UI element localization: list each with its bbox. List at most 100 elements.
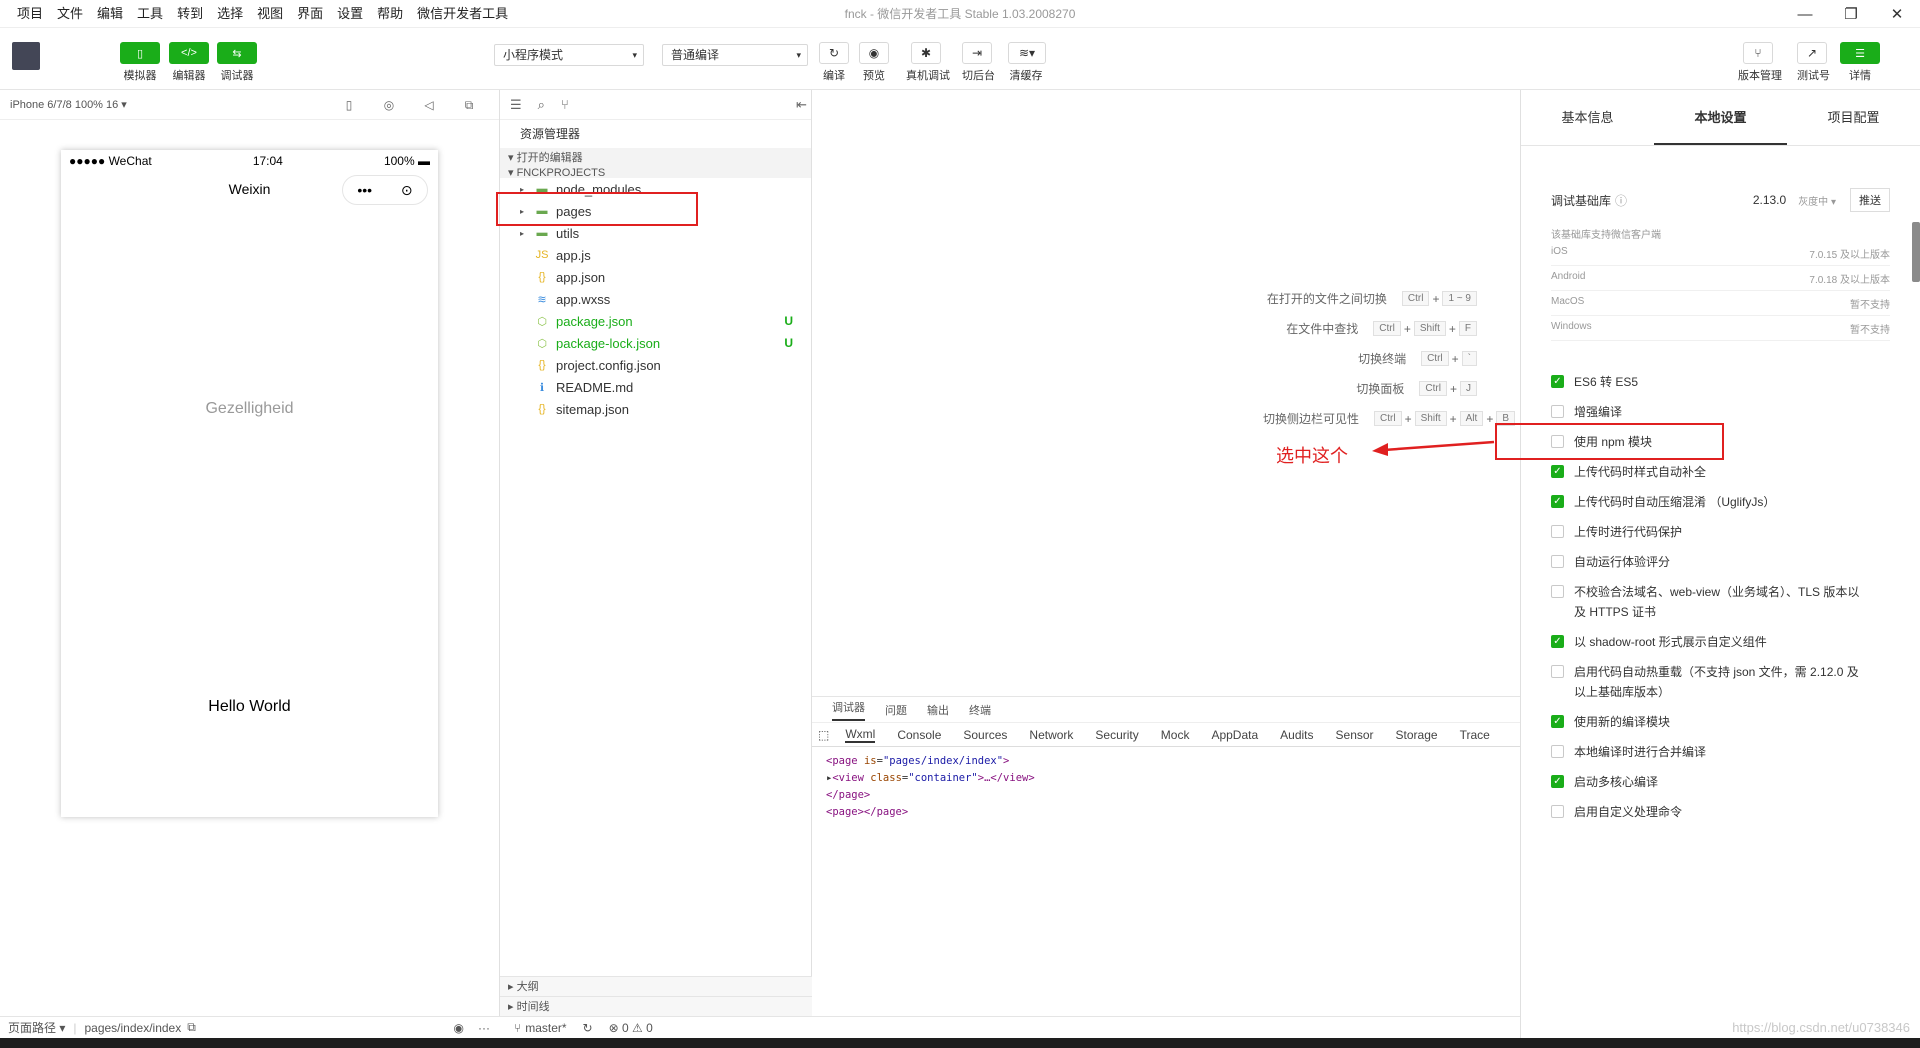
debugger-button[interactable]: ⇆ 调试器 bbox=[217, 42, 257, 83]
page-path-select[interactable]: 页面路径 ▾ bbox=[8, 1019, 65, 1036]
project-section[interactable]: ▾ FNCKPROJECTS bbox=[500, 168, 811, 178]
checkbox-checked-icon[interactable]: ✓ bbox=[1551, 775, 1564, 788]
tab-console[interactable]: Console bbox=[897, 728, 941, 742]
tab-security[interactable]: Security bbox=[1095, 728, 1138, 742]
checkbox-icon[interactable] bbox=[1551, 435, 1564, 448]
phone-icon[interactable]: ▯ bbox=[329, 90, 369, 120]
file-tree-item[interactable]: ▸ ▬ utils bbox=[500, 222, 811, 244]
clear-cache-button[interactable]: ≋▾ 清缓存 bbox=[1008, 42, 1046, 83]
file-tree-item[interactable]: ⬡ package-lock.json U bbox=[500, 332, 811, 354]
checkbox-icon[interactable] bbox=[1551, 405, 1564, 418]
push-button[interactable]: 推送 bbox=[1850, 188, 1890, 212]
preview-button[interactable]: ◉ 预览 bbox=[859, 42, 889, 83]
menu-goto[interactable]: 转到 bbox=[170, 0, 210, 28]
tab-sources[interactable]: Sources bbox=[963, 728, 1007, 742]
menu-file[interactable]: 文件 bbox=[50, 0, 90, 28]
settings-option[interactable]: ✓ 上传代码时样式自动补全 bbox=[1551, 462, 1891, 482]
menu-interface[interactable]: 界面 bbox=[290, 0, 330, 28]
remote-debug-button[interactable]: ✱ 真机调试 bbox=[906, 42, 950, 83]
details-button[interactable]: ☰ 详情 bbox=[1840, 42, 1880, 83]
tab-project-config[interactable]: 项目配置 bbox=[1787, 90, 1920, 145]
record-icon[interactable]: ◎ bbox=[369, 90, 409, 120]
outline-section[interactable]: ▸ 大纲 bbox=[500, 976, 812, 996]
file-tree-item[interactable]: ℹ README.md bbox=[500, 376, 811, 398]
tab-appdata[interactable]: AppData bbox=[1211, 728, 1258, 742]
timeline-section[interactable]: ▸ 时间线 bbox=[500, 996, 812, 1016]
menu-project[interactable]: 项目 bbox=[10, 0, 50, 28]
sound-icon[interactable]: ◁ bbox=[409, 90, 449, 120]
search-icon[interactable]: ⌕ bbox=[538, 97, 545, 113]
tab-audits[interactable]: Audits bbox=[1280, 728, 1313, 742]
file-tree-item[interactable]: ▸ ▬ pages bbox=[500, 200, 811, 222]
file-tree-item[interactable]: JS app.js bbox=[500, 244, 811, 266]
menu-view[interactable]: 视图 bbox=[250, 0, 290, 28]
tab-local-settings[interactable]: 本地设置 bbox=[1654, 90, 1787, 145]
close-button[interactable]: ✕ bbox=[1874, 0, 1920, 28]
tab-trace[interactable]: Trace bbox=[1460, 728, 1490, 742]
lib-version[interactable]: 2.13.0 bbox=[1753, 193, 1786, 207]
help-icon[interactable]: ⓘ bbox=[1615, 192, 1627, 209]
checkbox-icon[interactable] bbox=[1551, 745, 1564, 758]
settings-option[interactable]: 自动运行体验评分 bbox=[1551, 552, 1891, 572]
menu-settings[interactable]: 设置 bbox=[330, 0, 370, 28]
simulator-button[interactable]: ▯ 模拟器 bbox=[120, 42, 160, 83]
file-tree-item[interactable]: {} sitemap.json bbox=[500, 398, 811, 420]
copy-icon[interactable]: ⧉ bbox=[187, 1020, 196, 1035]
tab-storage[interactable]: Storage bbox=[1396, 728, 1438, 742]
menu-help[interactable]: 帮助 bbox=[370, 0, 410, 28]
tab-output[interactable]: 输出 bbox=[927, 702, 949, 718]
settings-option[interactable]: 本地编译时进行合并编译 bbox=[1551, 742, 1891, 762]
tab-wxml[interactable]: Wxml bbox=[845, 727, 876, 743]
settings-option[interactable]: 不校验合法域名、web-view（业务域名）、TLS 版本以及 HTTPS 证书 bbox=[1551, 582, 1861, 622]
settings-option[interactable]: ✓ 启动多核心编译 bbox=[1551, 772, 1891, 792]
settings-option[interactable]: ✓ ES6 转 ES5 bbox=[1551, 372, 1891, 392]
compile-button[interactable]: ↻ 编译 bbox=[819, 42, 849, 83]
inspect-icon[interactable]: ⬚ bbox=[818, 728, 829, 742]
problems-count[interactable]: ⊗ 0 ⚠ 0 bbox=[609, 1021, 653, 1035]
wxml-line[interactable]: ▸<view class="container">…</view> bbox=[826, 770, 1506, 787]
device-select[interactable]: iPhone 6/7/8 100% 16 ▾ bbox=[10, 98, 127, 111]
expand-icon[interactable]: ▸ bbox=[512, 207, 532, 216]
checkbox-checked-icon[interactable]: ✓ bbox=[1551, 495, 1564, 508]
sync-icon[interactable]: ↻ bbox=[583, 1021, 593, 1035]
capsule-button[interactable]: ••• ⊙ bbox=[342, 175, 428, 205]
file-tree-item[interactable]: {} app.json bbox=[500, 266, 811, 288]
menu-edit[interactable]: 编辑 bbox=[90, 0, 130, 28]
checkbox-icon[interactable] bbox=[1551, 665, 1564, 678]
test-account-button[interactable]: ↗ 测试号 bbox=[1797, 42, 1830, 83]
editor-button[interactable]: </> 编辑器 bbox=[169, 42, 209, 83]
close-target-icon[interactable]: ⊙ bbox=[401, 176, 413, 204]
settings-option[interactable]: ✓ 以 shadow-root 形式展示自定义组件 bbox=[1551, 632, 1891, 652]
more-icon[interactable]: ··· bbox=[478, 1021, 490, 1035]
tab-mock[interactable]: Mock bbox=[1161, 728, 1190, 742]
checkbox-icon[interactable] bbox=[1551, 585, 1564, 598]
checkbox-checked-icon[interactable]: ✓ bbox=[1551, 465, 1564, 478]
checkbox-icon[interactable] bbox=[1551, 525, 1564, 538]
open-editors-section[interactable]: ▾ 打开的编辑器 bbox=[500, 148, 811, 168]
tab-basic-info[interactable]: 基本信息 bbox=[1521, 90, 1654, 145]
wxml-line[interactable]: <page></page> bbox=[826, 804, 1506, 821]
maximize-button[interactable]: ❐ bbox=[1828, 0, 1874, 28]
minimize-button[interactable]: — bbox=[1782, 0, 1828, 28]
wxml-line[interactable]: </page> bbox=[826, 787, 1506, 804]
avatar[interactable] bbox=[12, 42, 40, 70]
expand-icon[interactable]: ▸ bbox=[512, 185, 532, 194]
menu-select[interactable]: 选择 bbox=[210, 0, 250, 28]
settings-option[interactable]: 使用 npm 模块 bbox=[1551, 432, 1891, 452]
file-tree-item[interactable]: {} project.config.json bbox=[500, 354, 811, 376]
settings-option[interactable]: ✓ 上传代码时自动压缩混淆 （UglifyJs） bbox=[1551, 492, 1891, 512]
expand-icon[interactable]: ▸ bbox=[512, 229, 532, 238]
settings-option[interactable]: ✓ 使用新的编译模块 bbox=[1551, 712, 1891, 732]
checkbox-icon[interactable] bbox=[1551, 805, 1564, 818]
file-tree-item[interactable]: ⬡ package.json U bbox=[500, 310, 811, 332]
popout-icon[interactable]: ⧉ bbox=[449, 90, 489, 120]
settings-option[interactable]: 增强编译 bbox=[1551, 402, 1891, 422]
tab-network[interactable]: Network bbox=[1029, 728, 1073, 742]
eye-icon[interactable]: ◉ bbox=[454, 1021, 464, 1035]
tab-terminal[interactable]: 终端 bbox=[969, 702, 991, 718]
menu-wechat-devtools[interactable]: 微信开发者工具 bbox=[410, 0, 515, 28]
branch-icon[interactable]: ⑂ bbox=[561, 97, 569, 112]
lib-gray-select[interactable]: 灰度中 ▾ bbox=[1798, 193, 1836, 208]
scrollbar[interactable] bbox=[1912, 222, 1920, 282]
settings-option[interactable]: 启用自定义处理命令 bbox=[1551, 802, 1891, 822]
